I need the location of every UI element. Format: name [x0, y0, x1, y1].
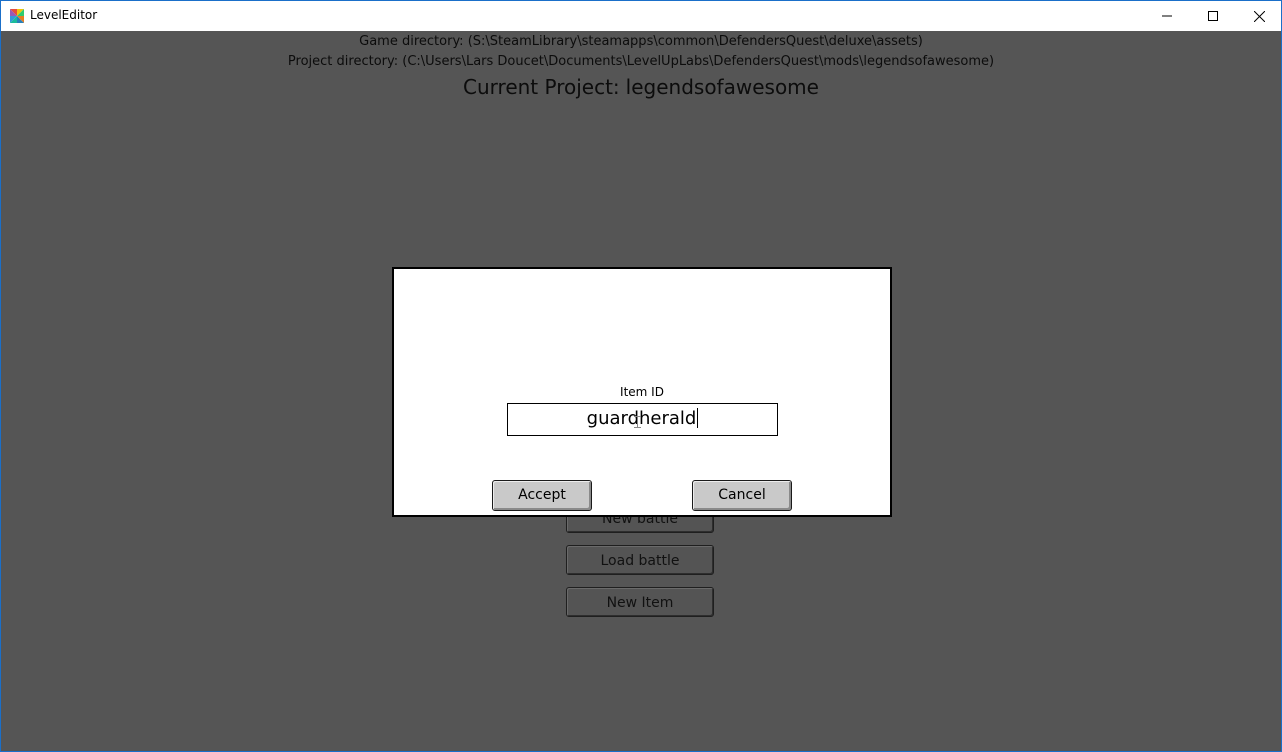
window-title: LevelEditor — [30, 8, 98, 22]
item-id-value: guardherald — [586, 408, 697, 429]
cancel-button[interactable]: Cancel — [692, 480, 792, 511]
title-bar[interactable]: LevelEditor — [1, 1, 1281, 31]
item-id-label: Item ID — [620, 385, 664, 399]
maximize-icon — [1208, 11, 1218, 21]
close-icon — [1253, 10, 1265, 22]
current-project-name: legendsofawesome — [625, 75, 819, 99]
game-directory-text: Game directory: (S:\SteamLibrary\steamap… — [359, 34, 923, 49]
minimize-icon — [1162, 15, 1172, 17]
load-battle-button[interactable]: Load battle — [566, 545, 714, 575]
editor-canvas: Game directory: (S:\SteamLibrary\steamap… — [1, 31, 1281, 751]
new-item-button[interactable]: New Item — [566, 587, 714, 617]
maximize-button[interactable] — [1190, 1, 1236, 31]
accept-button[interactable]: Accept — [492, 480, 592, 511]
item-id-dialog: Item ID guardherald Accept Cancel — [392, 267, 892, 517]
current-project-label: Current Project: — [463, 75, 620, 99]
app-window: LevelEditor Game directory: (S:\SteamLib… — [0, 0, 1282, 752]
item-id-input[interactable]: guardherald — [507, 403, 778, 436]
ibeam-cursor-icon — [634, 416, 641, 428]
minimize-button[interactable] — [1144, 1, 1190, 31]
project-directory-text: Project directory: (C:\Users\Lars Doucet… — [287, 54, 995, 69]
app-logo-icon — [10, 9, 24, 23]
current-project-heading: Current Project: legendsofawesome — [1, 75, 1281, 99]
text-caret — [697, 407, 699, 428]
close-button[interactable] — [1236, 1, 1282, 31]
